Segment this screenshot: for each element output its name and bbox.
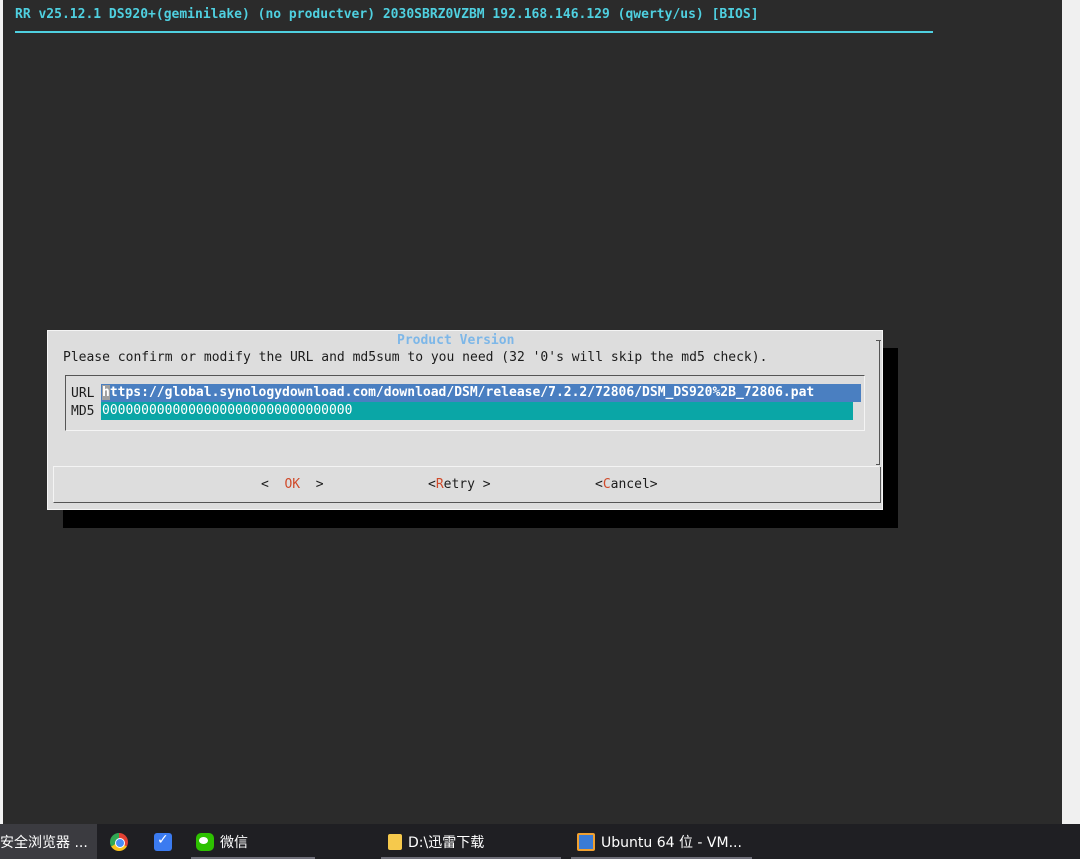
retry-bracket-left: < (428, 477, 436, 492)
taskbar-item-chrome[interactable] (110, 824, 130, 859)
ok-bracket-right: > (300, 477, 324, 492)
feishu-icon (154, 832, 172, 851)
retry-button[interactable]: <Retry > (428, 477, 491, 492)
cancel-bracket-left: < (595, 477, 603, 492)
ok-button[interactable]: < OK > (261, 477, 324, 492)
chrome-icon (110, 832, 128, 851)
taskbar-item-explorer[interactable]: D:\迅雷下载 (381, 824, 561, 859)
window-right-edge (1062, 0, 1080, 824)
status-header: RR v25.12.1 DS920+(geminilake) (no produ… (15, 7, 759, 22)
taskbar-item-browser[interactable]: 安全浏览器 ... (0, 824, 97, 859)
taskbar-item-label: 安全浏览器 ... (0, 834, 88, 851)
folder-icon (388, 833, 402, 850)
text-cursor: h (102, 385, 110, 400)
ok-bracket-left: < (261, 477, 285, 492)
dialog-frame-tick (876, 464, 880, 465)
taskbar-item-vmware[interactable]: Ubuntu 64 位 - VM... (571, 824, 752, 859)
vmware-icon (577, 832, 595, 851)
dialog-prompt: Please confirm or modify the URL and md5… (63, 350, 768, 365)
cancel-button[interactable]: <Cancel> (595, 477, 658, 492)
product-version-dialog: Product Version Please confirm or modify… (47, 330, 883, 510)
dialog-frame-right (879, 340, 880, 464)
taskbar: 安全浏览器 ... 微信 D:\迅雷下载 Ubuntu 64 位 - VM... (0, 824, 1080, 859)
dialog-title: Product Version (397, 333, 515, 348)
retry-hotkey: R (435, 477, 444, 492)
md5-label: MD5 (71, 404, 95, 419)
url-label: URL (71, 386, 95, 401)
cancel-label-rest: ancel> (610, 477, 658, 492)
taskbar-item-feishu[interactable] (154, 824, 174, 859)
retry-label-rest: etry > (443, 477, 491, 492)
taskbar-item-label: D:\迅雷下载 (408, 834, 485, 851)
form-box: URL https://global.synologydownload.com/… (65, 375, 865, 431)
cancel-hotkey: C (602, 477, 611, 492)
md5-input[interactable]: 00000000000000000000000000000000 (101, 402, 853, 420)
taskbar-item-label: Ubuntu 64 位 - VM... (601, 834, 742, 851)
ok-hotkey: OK (284, 477, 301, 492)
url-input[interactable]: https://global.synologydownload.com/down… (101, 384, 861, 402)
url-value: ttps://global.synologydownload.com/downl… (109, 385, 815, 400)
terminal-screen[interactable]: RR v25.12.1 DS920+(geminilake) (no produ… (3, 0, 1062, 824)
md5-value: 00000000000000000000000000000000 (102, 403, 353, 418)
taskbar-item-label: 微信 (220, 834, 248, 851)
wechat-icon (196, 832, 214, 851)
header-divider (15, 31, 933, 33)
taskbar-item-wechat[interactable]: 微信 (191, 824, 315, 859)
